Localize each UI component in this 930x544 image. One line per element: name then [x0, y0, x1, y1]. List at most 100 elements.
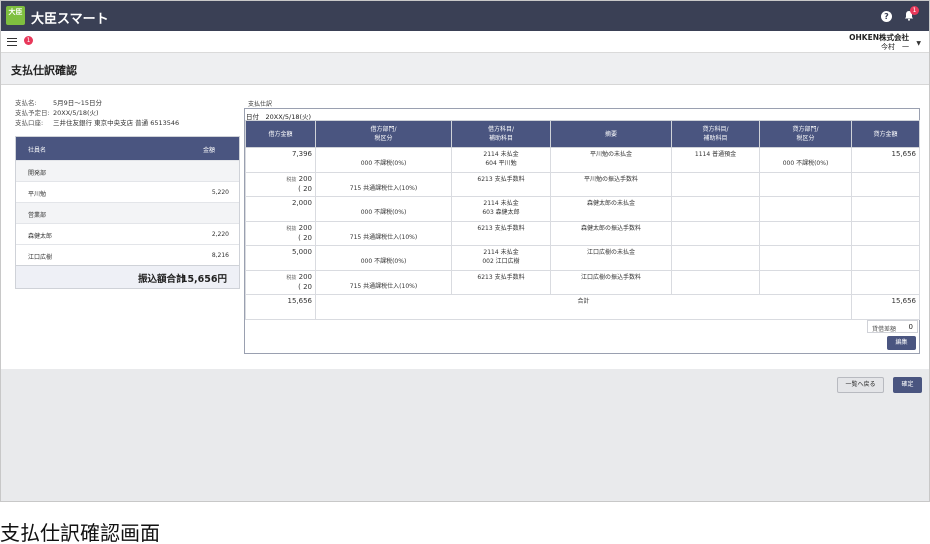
screen-caption: 支払仕訳確認画面 — [0, 521, 160, 544]
bank-label: 支払口座: — [15, 119, 44, 127]
col-credit-sub-label: 補助科目 — [703, 135, 728, 142]
credit-amount — [851, 220, 920, 246]
row-name: 平川勉 — [28, 191, 47, 198]
credit-amount — [851, 171, 920, 197]
debit-dept-tax: 000 不課税(0%) — [315, 245, 452, 271]
debit-dept-tax: 000 不課税(0%) — [315, 196, 452, 222]
debit-tax-amount: ( 20 — [298, 184, 312, 193]
summary-text: 森健太郎の振込手数料 — [580, 224, 641, 232]
credit-amount-value: 15,656 — [891, 150, 917, 158]
col-credit-tax-label: 税区分 — [796, 135, 815, 142]
col-debit-dept: 借方部門/税区分 — [315, 120, 452, 148]
page-title: 支払仕訳確認 — [11, 64, 77, 77]
company-name: OHKEN株式会社 — [849, 33, 909, 42]
edit-button[interactable]: 編集 — [887, 336, 916, 350]
total-debit: 15,656 — [245, 294, 316, 320]
summary: 江口広樹の未払金 — [550, 245, 672, 271]
app-logo: 大臣 — [6, 6, 25, 25]
table-row: 開発部 — [16, 160, 239, 181]
debit-tax-amount: ( 20 — [298, 233, 312, 242]
transfer-total-value: 15,656円 — [180, 274, 227, 285]
col-summary: 摘要 — [550, 120, 672, 148]
table-row: 森健太郎 2,220 — [16, 223, 239, 244]
debit-dept-tax: 000 不課税(0%) — [315, 147, 452, 173]
journal-row: 7,396 000 不課税(0%) 2114 未払金 604 平川勉 平川勉の未払金 11… — [245, 147, 920, 173]
balance-difference-value: 0 — [908, 323, 913, 331]
summary: 森健太郎の振込手数料 — [550, 220, 672, 246]
col-debit-account-label: 借方科目/ — [487, 126, 515, 133]
employee-amount-table: 社員名 金額 開発部 平川勉 5,220 営業部 森健太郎 2,220 江口広樹 — [15, 136, 240, 289]
debit-amount-value: 200 — [298, 223, 312, 232]
summary: 森健太郎の未払金 — [550, 196, 672, 222]
debit-tax-class: 715 共通課税仕入(10%) — [349, 184, 418, 192]
col-debit-account: 借方科目/補助科目 — [451, 120, 551, 148]
journal-row: 5,000 000 不課税(0%) 2114 未払金 002 江口広樹 江口広樹の未払金 — [245, 245, 920, 271]
summary: 平川勉の振込手数料 — [550, 171, 672, 197]
credit-dept-tax — [759, 196, 852, 222]
main-content: 支払名: 5月9日〜15日分 支払予定日: 20XX/5/18(火) 支払口座: 三井… — [1, 85, 929, 369]
summary-text: 江口広樹の未払金 — [586, 249, 635, 256]
credit-amount — [851, 245, 920, 271]
credit-dept-tax: 000 不課税(0%) — [759, 147, 852, 173]
debit-dept-tax: 715 共通課税仕入(10%) — [315, 269, 452, 295]
debit-account: 2114 未払金 604 平川勉 — [451, 147, 551, 173]
tax-excluded-tag: 税抜 — [286, 225, 297, 232]
credit-amount: 15,656 — [851, 147, 920, 173]
notification-badge: 1 — [910, 6, 919, 15]
credit-account — [671, 196, 760, 222]
debit-amount-value: 7,396 — [291, 150, 312, 158]
planned-date: 20XX/5/18(火) — [53, 109, 99, 117]
debit-amount-value: 2,000 — [291, 199, 312, 207]
debit-sub-account: 002 江口広樹 — [482, 258, 520, 265]
summary-text: 平川勉の振込手数料 — [583, 175, 638, 183]
debit-dept-tax: 715 共通課税仕入(10%) — [315, 220, 452, 246]
total-label: 合計 — [315, 294, 852, 320]
transfer-total-label: 振込額合計 — [138, 274, 186, 285]
debit-amount: 税抜 200( 20 — [245, 171, 316, 197]
balance-difference: 貸借差額 0 — [867, 320, 918, 333]
help-icon[interactable]: ? — [881, 11, 892, 22]
table-row: 江口広樹 8,216 — [16, 244, 239, 265]
journal-row: 2,000 000 不課税(0%) 2114 未払金 603 森健太郎 森健太郎の未払金 — [245, 196, 920, 222]
debit-account: 6213 支払手数料 — [451, 269, 551, 295]
employee-table-header: 社員名 金額 — [16, 137, 239, 160]
row-name: 開発部 — [28, 170, 47, 177]
debit-tax-class: 000 不課税(0%) — [360, 258, 407, 265]
col-employee-name: 社員名 — [28, 147, 47, 154]
hamburger-menu-icon[interactable]: 1 — [7, 36, 33, 46]
credit-dept-tax — [759, 269, 852, 295]
row-amount: 5,220 — [211, 189, 229, 196]
app-window: 大臣 大臣スマート ? 1 1 OHKEN株式会社 今村 一 ▼ 支払仕訳確認 … — [0, 0, 930, 502]
debit-tax-class: 715 共通課税仕入(10%) — [349, 282, 418, 290]
debit-account-name: 6213 支払手数料 — [477, 224, 525, 232]
balance-difference-label: 貸借差額 — [872, 326, 897, 333]
debit-tax-class: 715 共通課税仕入(10%) — [349, 233, 418, 241]
credit-account — [671, 171, 760, 197]
confirm-button[interactable]: 確定 — [893, 377, 922, 393]
debit-tax-amount: ( 20 — [298, 282, 312, 291]
debit-amount: 7,396 — [245, 147, 316, 173]
col-credit-amount: 貸方金額 — [851, 120, 920, 148]
col-debit-amount: 借方金額 — [245, 120, 316, 148]
credit-amount — [851, 196, 920, 222]
journal-table: 借方金額 借方部門/税区分 借方科目/補助科目 摘要 貸方科目/補助科目 貸方部… — [245, 120, 920, 320]
back-to-list-button[interactable]: 一覧へ戻る — [837, 377, 884, 393]
top-bar: 大臣 大臣スマート ? 1 — [1, 1, 929, 31]
payment-name: 5月9日〜15日分 — [53, 99, 103, 107]
debit-amount: 5,000 — [245, 245, 316, 271]
credit-dept-tax — [759, 220, 852, 246]
debit-tax-class: 000 不課税(0%) — [360, 160, 407, 167]
debit-sub-account: 603 森健太郎 — [482, 209, 520, 216]
credit-account — [671, 269, 760, 295]
col-credit-dept-label: 貸方部門/ — [792, 126, 819, 133]
app-title: 大臣スマート — [31, 12, 109, 27]
col-credit-dept: 貸方部門/税区分 — [759, 120, 852, 148]
payment-name-label: 支払名: — [15, 99, 37, 107]
col-debit-tax-label: 税区分 — [374, 135, 393, 142]
journal-panel: 日付 20XX/5/18(火) 借方金額 借方部門/税区分 借方科目/補助科目 … — [244, 108, 920, 354]
user-name[interactable]: 今村 一 — [881, 42, 909, 52]
debit-account: 6213 支払手数料 — [451, 171, 551, 197]
debit-amount-value: 5,000 — [291, 248, 312, 256]
row-amount: 2,220 — [211, 231, 229, 238]
user-menu-caret-icon[interactable]: ▼ — [916, 40, 921, 47]
